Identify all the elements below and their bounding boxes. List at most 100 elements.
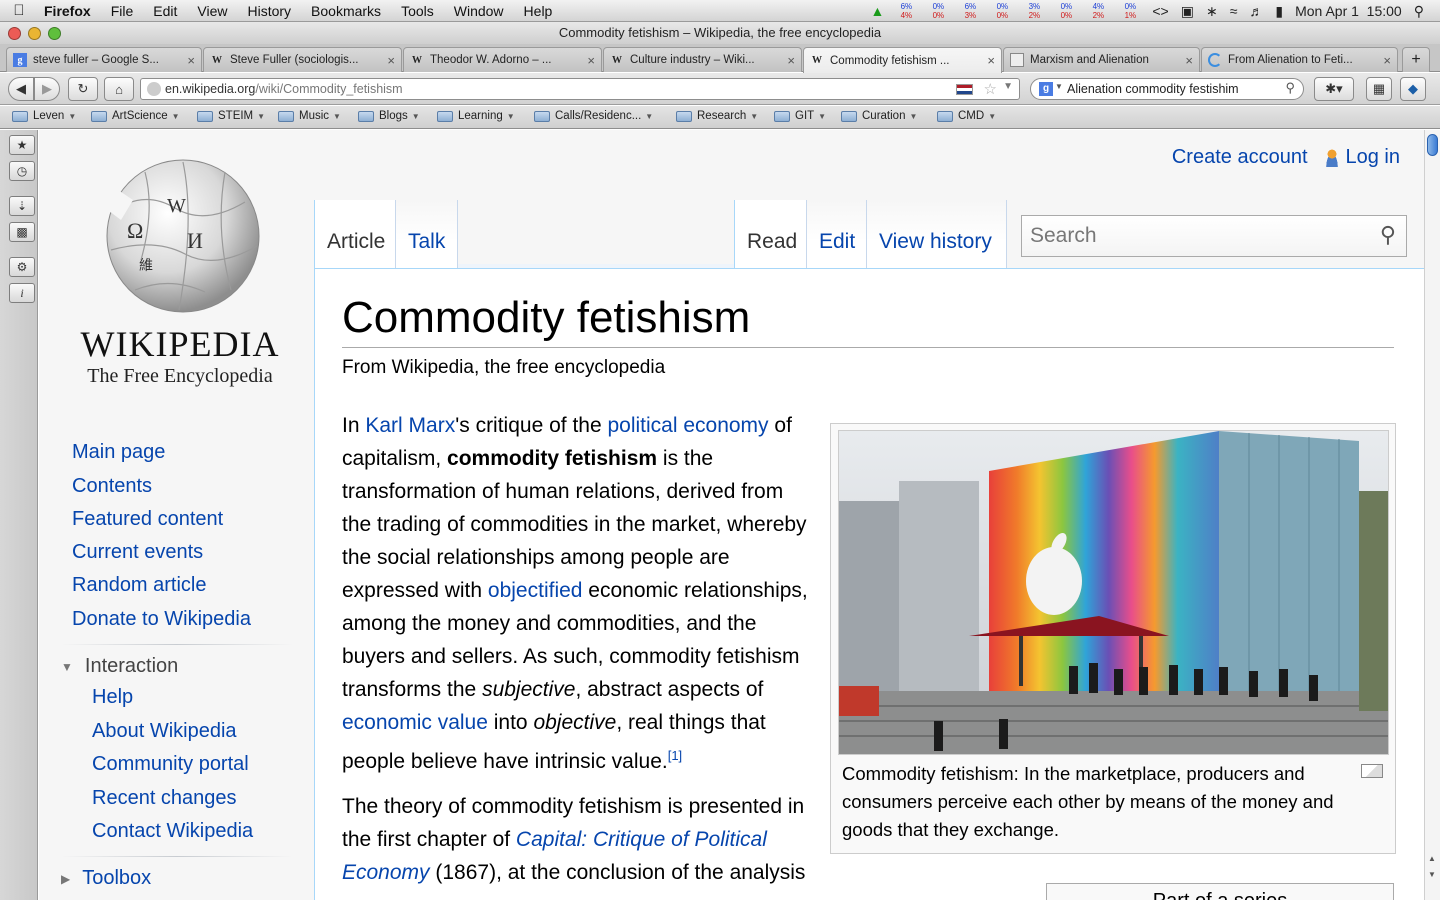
- tab-article[interactable]: Article: [314, 200, 396, 268]
- link-economic-value[interactable]: economic value: [342, 711, 488, 734]
- tab-steve-fuller[interactable]: W Steve Fuller (sociologis... ×: [203, 47, 402, 72]
- minimize-window-icon[interactable]: [28, 27, 41, 40]
- search-icon[interactable]: ⚲: [1380, 222, 1396, 248]
- url-dropdown-icon[interactable]: ▼: [1003, 81, 1013, 92]
- bookmark-folder-artscience[interactable]: ArtScience ▼: [91, 110, 180, 122]
- downloads-sidebar-icon[interactable]: ⇣: [9, 196, 35, 216]
- bookmark-star-icon[interactable]: ☆: [984, 80, 997, 98]
- spotlight-search-icon[interactable]: ⚲: [1408, 3, 1440, 20]
- menu-tools[interactable]: Tools: [391, 3, 444, 19]
- volume-icon[interactable]: ♬: [1243, 3, 1269, 19]
- interaction-heading[interactable]: ▼ Interaction: [61, 655, 178, 678]
- toolbox-heading[interactable]: ▶ Toolbox: [61, 867, 151, 890]
- apple-menu-icon[interactable]: : [0, 2, 38, 19]
- settings-sidebar-icon[interactable]: ⚙: [9, 257, 35, 277]
- search-magnifier-icon[interactable]: ⚲: [1285, 80, 1295, 96]
- link-political-economy[interactable]: political economy: [607, 414, 768, 437]
- tab-marxism-alienation[interactable]: Marxism and Alienation ×: [1003, 47, 1200, 72]
- engine-dropdown-icon[interactable]: ▼: [1055, 82, 1063, 91]
- google-search-engine-icon[interactable]: g: [1039, 82, 1053, 96]
- bookmark-folder-leven[interactable]: Leven ▼: [12, 110, 76, 122]
- info-sidebar-icon[interactable]: i: [9, 283, 35, 303]
- reload-button[interactable]: ↻: [68, 77, 98, 101]
- forward-button[interactable]: ▶: [34, 77, 60, 101]
- addons-sidebar-icon[interactable]: ▩: [9, 222, 35, 242]
- bookmark-folder-blogs[interactable]: Blogs ▼: [358, 110, 420, 122]
- close-tab-icon[interactable]: ×: [1185, 53, 1193, 68]
- nav-help[interactable]: Help: [92, 686, 133, 709]
- display-icon[interactable]: ▣: [1175, 3, 1200, 20]
- close-tab-icon[interactable]: ×: [787, 53, 795, 68]
- menu-edit[interactable]: Edit: [143, 3, 187, 19]
- log-in-link[interactable]: Log in: [1346, 146, 1401, 169]
- scroll-down-arrow-icon[interactable]: ▼: [1428, 870, 1436, 879]
- nav-about-wikipedia[interactable]: About Wikipedia: [92, 720, 237, 743]
- close-tab-icon[interactable]: ×: [387, 53, 395, 68]
- bookmarks-sidebar-icon[interactable]: ★: [9, 135, 35, 155]
- menu-file[interactable]: File: [101, 3, 144, 19]
- nav-contact-wikipedia[interactable]: Contact Wikipedia: [92, 820, 253, 843]
- search-engine-box[interactable]: g ▼ Alienation commodity festishim ⚲: [1030, 78, 1304, 100]
- zoom-window-icon[interactable]: [48, 27, 61, 40]
- wiki-search-input[interactable]: Search ⚲: [1021, 215, 1407, 257]
- apple-store-photo[interactable]: [838, 430, 1389, 755]
- wikipedia-logo[interactable]: W Ω И 維 WIKIPEDIA The Free Encyclopedia: [75, 150, 285, 400]
- link-karl-marx[interactable]: Karl Marx: [365, 414, 455, 437]
- battery-icon[interactable]: ▮: [1269, 3, 1289, 20]
- menu-help[interactable]: Help: [514, 3, 563, 19]
- bookmark-folder-steim[interactable]: STEIM ▼: [197, 110, 265, 122]
- close-tab-icon[interactable]: ×: [187, 53, 195, 68]
- bookmark-folder-cmd[interactable]: CMD ▼: [937, 110, 996, 122]
- close-window-icon[interactable]: [8, 27, 21, 40]
- link-objectified[interactable]: objectified: [488, 579, 583, 602]
- menu-view[interactable]: View: [187, 3, 237, 19]
- site-identity-icon[interactable]: [147, 82, 161, 96]
- close-tab-icon[interactable]: ×: [987, 53, 995, 68]
- bookmark-folder-music[interactable]: Music ▼: [278, 110, 341, 122]
- menu-app-firefox[interactable]: Firefox: [38, 3, 101, 19]
- nav-community-portal[interactable]: Community portal: [92, 753, 249, 776]
- extension-button[interactable]: ◆: [1400, 77, 1426, 101]
- bookmark-folder-learning[interactable]: Learning ▼: [437, 110, 515, 122]
- close-tab-icon[interactable]: ×: [587, 53, 595, 68]
- tab-read[interactable]: Read: [734, 200, 807, 268]
- reference-1[interactable]: [1]: [668, 748, 682, 763]
- menu-window[interactable]: Window: [444, 3, 514, 19]
- scroll-up-arrow-icon[interactable]: ▲: [1428, 854, 1436, 863]
- close-tab-icon[interactable]: ×: [1383, 53, 1391, 68]
- tab-commodity-fetishism[interactable]: W Commodity fetishism ... ×: [803, 47, 1002, 73]
- nav-main-page[interactable]: Main page: [72, 441, 165, 464]
- url-bar[interactable]: en.wikipedia.org/wiki/Commodity_fetishis…: [140, 78, 1020, 100]
- tab-culture-industry[interactable]: W Culture industry – Wiki... ×: [603, 47, 802, 72]
- menu-bookmarks[interactable]: Bookmarks: [301, 3, 391, 19]
- tab-google-search[interactable]: g steve fuller – Google S... ×: [6, 47, 202, 72]
- bluetooth-icon[interactable]: ∗: [1200, 3, 1224, 20]
- bookmark-folder-curation[interactable]: Curation ▼: [841, 110, 917, 122]
- scrollbar-thumb[interactable]: [1427, 134, 1438, 156]
- bookmark-folder-git[interactable]: GIT ▼: [774, 110, 826, 122]
- upload-arrow-icon[interactable]: ▲: [865, 3, 891, 19]
- create-account-link[interactable]: Create account: [1172, 146, 1308, 169]
- bookmark-folder-research[interactable]: Research ▼: [676, 110, 758, 122]
- new-tab-button[interactable]: +: [1402, 47, 1430, 72]
- code-arrows-icon[interactable]: <>: [1146, 3, 1174, 19]
- clock[interactable]: Mon Apr 1 15:00: [1289, 3, 1408, 19]
- history-sidebar-icon[interactable]: ◷: [9, 161, 35, 181]
- nav-random-article[interactable]: Random article: [72, 574, 207, 597]
- nav-donate[interactable]: Donate to Wikipedia: [72, 608, 251, 631]
- tab-view-history[interactable]: View history: [867, 200, 1007, 268]
- addon-button[interactable]: ✱▾: [1314, 77, 1354, 101]
- back-button[interactable]: ◀: [8, 77, 34, 101]
- tab-talk[interactable]: Talk: [396, 200, 458, 268]
- screenshot-button[interactable]: ▦: [1366, 77, 1392, 101]
- vertical-scrollbar[interactable]: ▲ ▼: [1424, 130, 1440, 900]
- tab-alienation-fetishism[interactable]: From Alienation to Feti... ×: [1201, 47, 1398, 72]
- tab-adorno[interactable]: W Theodor W. Adorno – ... ×: [403, 47, 602, 72]
- home-button[interactable]: ⌂: [104, 77, 134, 101]
- nav-featured-content[interactable]: Featured content: [72, 508, 223, 531]
- tab-edit[interactable]: Edit: [807, 200, 867, 268]
- wifi-icon[interactable]: ≈: [1224, 3, 1244, 19]
- nav-current-events[interactable]: Current events: [72, 541, 203, 564]
- nav-recent-changes[interactable]: Recent changes: [92, 787, 237, 810]
- nav-contents[interactable]: Contents: [72, 475, 152, 498]
